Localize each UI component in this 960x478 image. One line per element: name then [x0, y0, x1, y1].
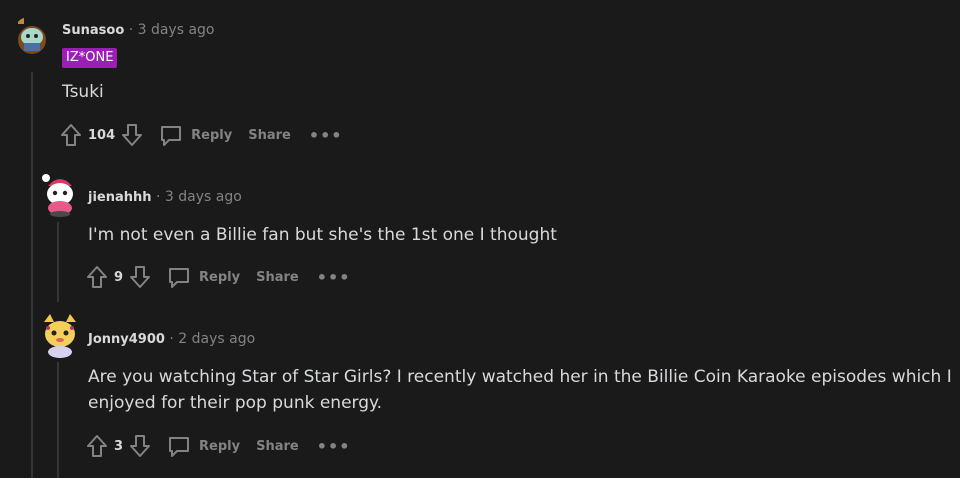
comment-meta: Sunasoo · 3 days ago [62, 22, 215, 38]
upvote-icon[interactable] [86, 265, 108, 289]
meta-separator: · [128, 22, 134, 38]
comment-body-line: enjoyed for their pop punk energy. [88, 393, 383, 413]
comment-body: Are you watching Star of Star Girls? I r… [88, 364, 960, 416]
avatar[interactable] [12, 16, 52, 56]
reply-button[interactable]: Reply [167, 434, 240, 458]
username[interactable]: Sunasoo [62, 23, 124, 38]
user-avatar-icon [12, 16, 52, 56]
vote-count: 3 [114, 438, 124, 454]
upvote-icon[interactable] [60, 123, 82, 147]
comment-bubble-icon [167, 434, 191, 458]
thread-line-reply-1[interactable] [57, 222, 59, 302]
share-button[interactable]: Share [256, 270, 299, 285]
downvote-icon[interactable] [129, 434, 151, 458]
reply-label: Reply [199, 438, 241, 454]
user-avatar-icon [44, 314, 76, 358]
comment-body-line: Are you watching Star of Star Girls? I r… [88, 367, 952, 387]
avatar[interactable] [40, 312, 80, 358]
avatar[interactable] [40, 172, 80, 218]
vote-count: 104 [88, 127, 116, 143]
vote-count: 9 [114, 269, 124, 285]
thread-line-reply-2[interactable] [57, 362, 59, 478]
username[interactable]: Jonny4900 [88, 332, 165, 347]
reply-button[interactable]: Reply [159, 123, 232, 147]
reply-label: Reply [199, 269, 241, 285]
comment-bubble-icon [167, 265, 191, 289]
meta-separator: · [155, 189, 161, 205]
comment-meta: Jonny4900 · 2 days ago [88, 331, 255, 347]
comment-bubble-icon [159, 123, 183, 147]
more-options-icon[interactable]: ••• [317, 268, 351, 287]
thread-line-root[interactable] [31, 72, 33, 478]
comment-actions: 104 Reply Share ••• [60, 121, 343, 149]
comment-meta: jienahhh · 3 days ago [88, 189, 242, 205]
comment-body: I'm not even a Billie fan but she's the … [88, 225, 557, 245]
user-flair: IZ*ONE [62, 48, 118, 68]
comment-actions: 9 Reply Share ••• [86, 263, 350, 291]
username[interactable]: jienahhh [88, 190, 152, 205]
timestamp[interactable]: 2 days ago [178, 331, 255, 347]
upvote-icon[interactable] [86, 434, 108, 458]
downvote-icon[interactable] [129, 265, 151, 289]
more-options-icon[interactable]: ••• [317, 437, 351, 456]
meta-separator: · [169, 331, 174, 347]
user-avatar-icon [42, 174, 73, 217]
reply-label: Reply [191, 127, 233, 143]
downvote-icon[interactable] [121, 123, 143, 147]
comment-body: Tsuki [62, 82, 104, 102]
share-button[interactable]: Share [248, 128, 291, 143]
timestamp[interactable]: 3 days ago [138, 22, 215, 38]
comment-actions: 3 Reply Share ••• [86, 432, 350, 460]
timestamp[interactable]: 3 days ago [165, 189, 242, 205]
reply-button[interactable]: Reply [167, 265, 240, 289]
more-options-icon[interactable]: ••• [309, 126, 343, 145]
share-button[interactable]: Share [256, 439, 299, 454]
